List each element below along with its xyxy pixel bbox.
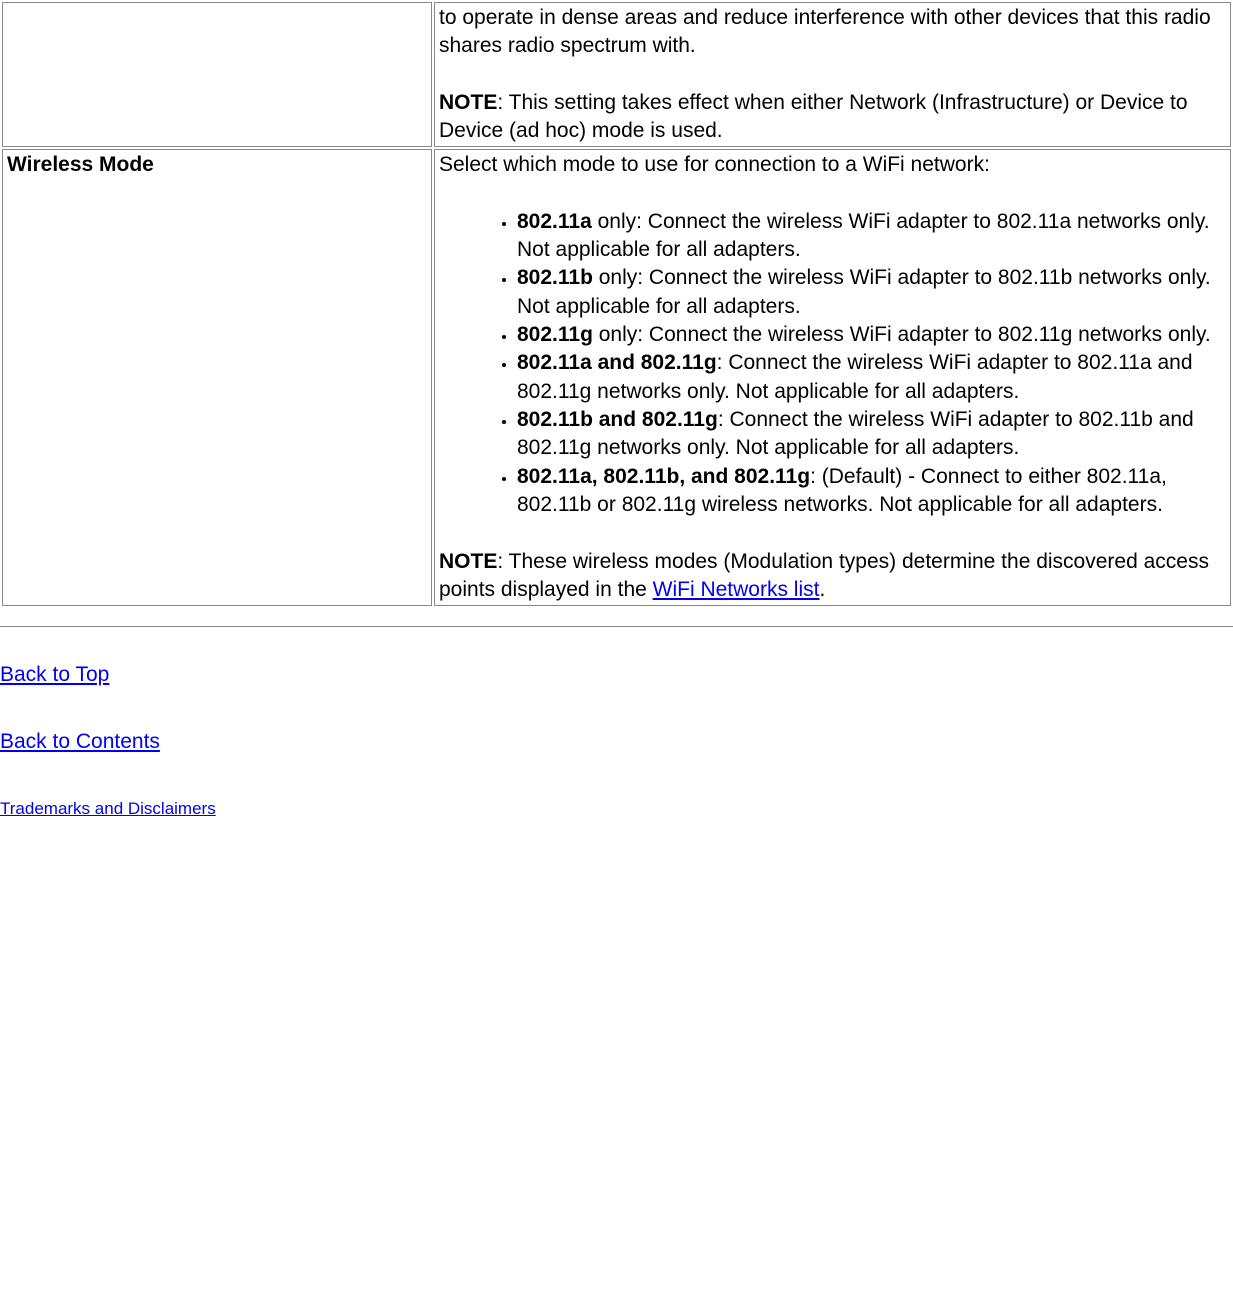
- footer-small: Trademarks and Disclaimers: [0, 794, 1233, 822]
- note-paragraph: NOTE: This setting takes effect when eit…: [439, 89, 1226, 146]
- note-paragraph: NOTE: These wireless modes (Modulation t…: [439, 548, 1226, 605]
- back-to-top-link[interactable]: Back to Top: [0, 663, 109, 686]
- mode-name: 802.11g: [517, 323, 593, 346]
- list-item: 802.11a only: Connect the wireless WiFi …: [517, 208, 1226, 265]
- description-fragment: to operate in dense areas and reduce int…: [439, 4, 1226, 61]
- footer-links: Back to Top Back to Contents: [0, 661, 1233, 756]
- back-to-contents-link[interactable]: Back to Contents: [0, 730, 160, 753]
- note-text-post: .: [819, 578, 825, 601]
- wifi-networks-list-link[interactable]: WiFi Networks list: [653, 578, 820, 601]
- mode-text: only: Connect the wireless WiFi adapter …: [517, 266, 1211, 317]
- table-row: Wireless Mode Select which mode to use f…: [2, 149, 1231, 606]
- setting-label-cell: [2, 2, 432, 147]
- list-item: 802.11b only: Connect the wireless WiFi …: [517, 264, 1226, 321]
- list-item: 802.11g only: Connect the wireless WiFi …: [517, 321, 1226, 349]
- note-text: : This setting takes effect when either …: [439, 91, 1188, 142]
- note-label: NOTE: [439, 550, 497, 573]
- note-label: NOTE: [439, 91, 497, 114]
- mode-name: 802.11a, 802.11b, and 802.11g: [517, 465, 810, 488]
- mode-text: only: Connect the wireless WiFi adapter …: [517, 210, 1210, 261]
- setting-description-cell: to operate in dense areas and reduce int…: [434, 2, 1231, 147]
- divider: [0, 626, 1233, 627]
- setting-label-cell: Wireless Mode: [2, 149, 432, 606]
- mode-name: 802.11b and 802.11g: [517, 408, 718, 431]
- list-item: 802.11a and 802.11g: Connect the wireles…: [517, 349, 1226, 406]
- list-item: 802.11a, 802.11b, and 802.11g: (Default)…: [517, 463, 1226, 520]
- mode-text: only: Connect the wireless WiFi adapter …: [593, 323, 1211, 346]
- trademarks-link[interactable]: Trademarks and Disclaimers: [0, 799, 216, 818]
- wireless-modes-list: 802.11a only: Connect the wireless WiFi …: [439, 208, 1226, 520]
- mode-name: 802.11a and 802.11g: [517, 351, 717, 374]
- table-row: to operate in dense areas and reduce int…: [2, 2, 1231, 147]
- mode-name: 802.11b: [517, 266, 593, 289]
- mode-name: 802.11a: [517, 210, 592, 233]
- setting-description-cell: Select which mode to use for connection …: [434, 149, 1231, 606]
- settings-table: to operate in dense areas and reduce int…: [0, 0, 1233, 608]
- list-item: 802.11b and 802.11g: Connect the wireles…: [517, 406, 1226, 463]
- description-intro: Select which mode to use for connection …: [439, 151, 1226, 179]
